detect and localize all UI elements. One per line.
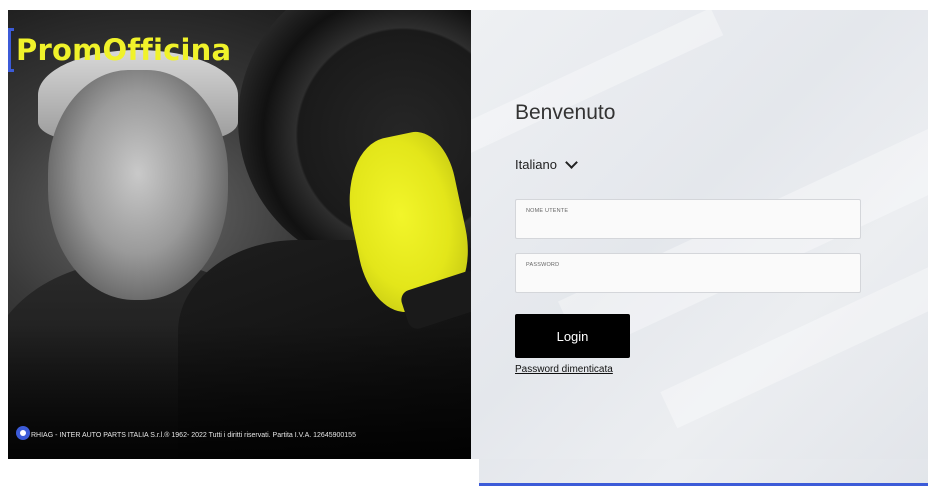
forgot-password-link[interactable]: Password dimenticata [515, 364, 613, 375]
welcome-title: Benvenuto [515, 101, 616, 124]
hero-image [8, 10, 471, 459]
chevron-down-icon [565, 156, 578, 169]
language-label: Italiano [515, 157, 557, 172]
background-streak [471, 10, 724, 162]
login-page: PromOfficina RHIAG - INTER AUTO PARTS IT… [0, 0, 928, 486]
password-field[interactable]: PASSWORD [515, 253, 861, 293]
language-selector[interactable]: Italiano [515, 156, 578, 172]
image-vignette [8, 10, 471, 459]
brand-logo: PromOfficina [8, 27, 928, 486]
username-input[interactable] [526, 217, 850, 235]
login-button[interactable]: Login [515, 314, 630, 358]
password-input[interactable] [526, 271, 850, 289]
legal-footer: RHIAG - INTER AUTO PARTS ITALIA S.r.l.® … [16, 424, 356, 442]
username-label: NOME UTENTE [526, 208, 569, 214]
cookie-settings-icon[interactable] [16, 426, 30, 440]
copyright-text: RHIAG - INTER AUTO PARTS ITALIA S.r.l.® … [31, 431, 356, 439]
logo-text: PromOfficina [16, 32, 232, 67]
username-field[interactable]: NOME UTENTE [515, 199, 861, 239]
password-label: PASSWORD [526, 262, 560, 268]
